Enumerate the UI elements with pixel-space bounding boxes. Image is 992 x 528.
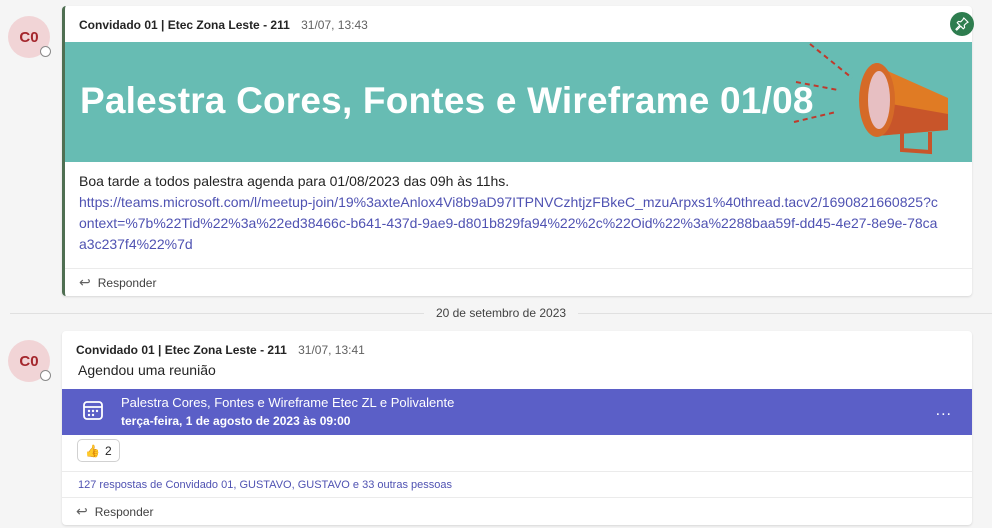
megaphone-icon (793, 43, 948, 155)
avatar-initials: C0 (19, 352, 39, 370)
meeting-title[interactable]: Palestra Cores, Fontes e Wireframe Etec … (121, 395, 454, 411)
date-separator-label: 20 de setembro de 2023 (435, 306, 567, 320)
author-name[interactable]: Convidado 01 | Etec Zona Leste - 211 (76, 343, 287, 357)
message-text: Agendou uma reunião (78, 362, 216, 378)
avatar-initials: C0 (19, 28, 39, 46)
reply-arrow-icon: ↩ (79, 274, 91, 290)
message-card-announcement[interactable]: Convidado 01 | Etec Zona Leste - 211 31/… (62, 6, 974, 296)
reply-arrow-icon: ↩ (76, 503, 88, 519)
meeting-card[interactable]: Palestra Cores, Fontes e Wireframe Etec … (62, 389, 972, 435)
presence-status-icon (40, 370, 51, 381)
banner-title: Palestra Cores, Fontes e Wireframe 01/08 (80, 80, 814, 121)
pin-icon[interactable] (950, 12, 974, 36)
meeting-date: terça-feira, 1 de agosto de 2023 às 09:0… (121, 414, 351, 428)
author-name[interactable]: Convidado 01 | Etec Zona Leste - 211 (79, 18, 290, 32)
separator-line (578, 312, 992, 314)
message-timestamp: 31/07, 13:43 (301, 18, 368, 32)
presence-status-icon (40, 46, 51, 57)
separator-line (10, 312, 424, 314)
reply-footer[interactable]: ↩ Responder (62, 497, 972, 525)
reply-footer[interactable]: ↩ Responder (65, 268, 972, 296)
avatar[interactable]: C0 (8, 340, 51, 382)
message-timestamp: 31/07, 13:41 (298, 343, 365, 357)
reaction-count: 2 (104, 443, 112, 458)
announcement-banner: Palestra Cores, Fontes e Wireframe 01/08 (65, 42, 972, 162)
reply-button[interactable]: Responder (98, 276, 157, 290)
message-meta: Convidado 01 | Etec Zona Leste - 211 31/… (76, 343, 365, 357)
message-meta: Convidado 01 | Etec Zona Leste - 211 31/… (79, 18, 368, 32)
replies-summary-link[interactable]: 127 respostas de Convidado 01, GUSTAVO, … (62, 471, 972, 498)
avatar[interactable]: C0 (8, 16, 51, 58)
message-text: Boa tarde a todos palestra agenda para 0… (79, 173, 510, 189)
calendar-icon (82, 399, 104, 426)
meeting-join-link[interactable]: https://teams.microsoft.com/l/meetup-joi… (79, 192, 939, 255)
meeting-info: Palestra Cores, Fontes e Wireframe Etec … (121, 395, 454, 429)
like-reaction[interactable]: 👍 2 (77, 439, 120, 462)
message-body: Boa tarde a todos palestra agenda para 0… (79, 171, 939, 255)
more-options-icon[interactable]: ... (936, 402, 952, 420)
reply-button[interactable]: Responder (95, 505, 154, 519)
date-separator: 20 de setembro de 2023 (10, 304, 992, 322)
thumbs-up-icon: 👍 (85, 443, 100, 458)
message-card-meeting[interactable]: Convidado 01 | Etec Zona Leste - 211 31/… (62, 331, 972, 525)
